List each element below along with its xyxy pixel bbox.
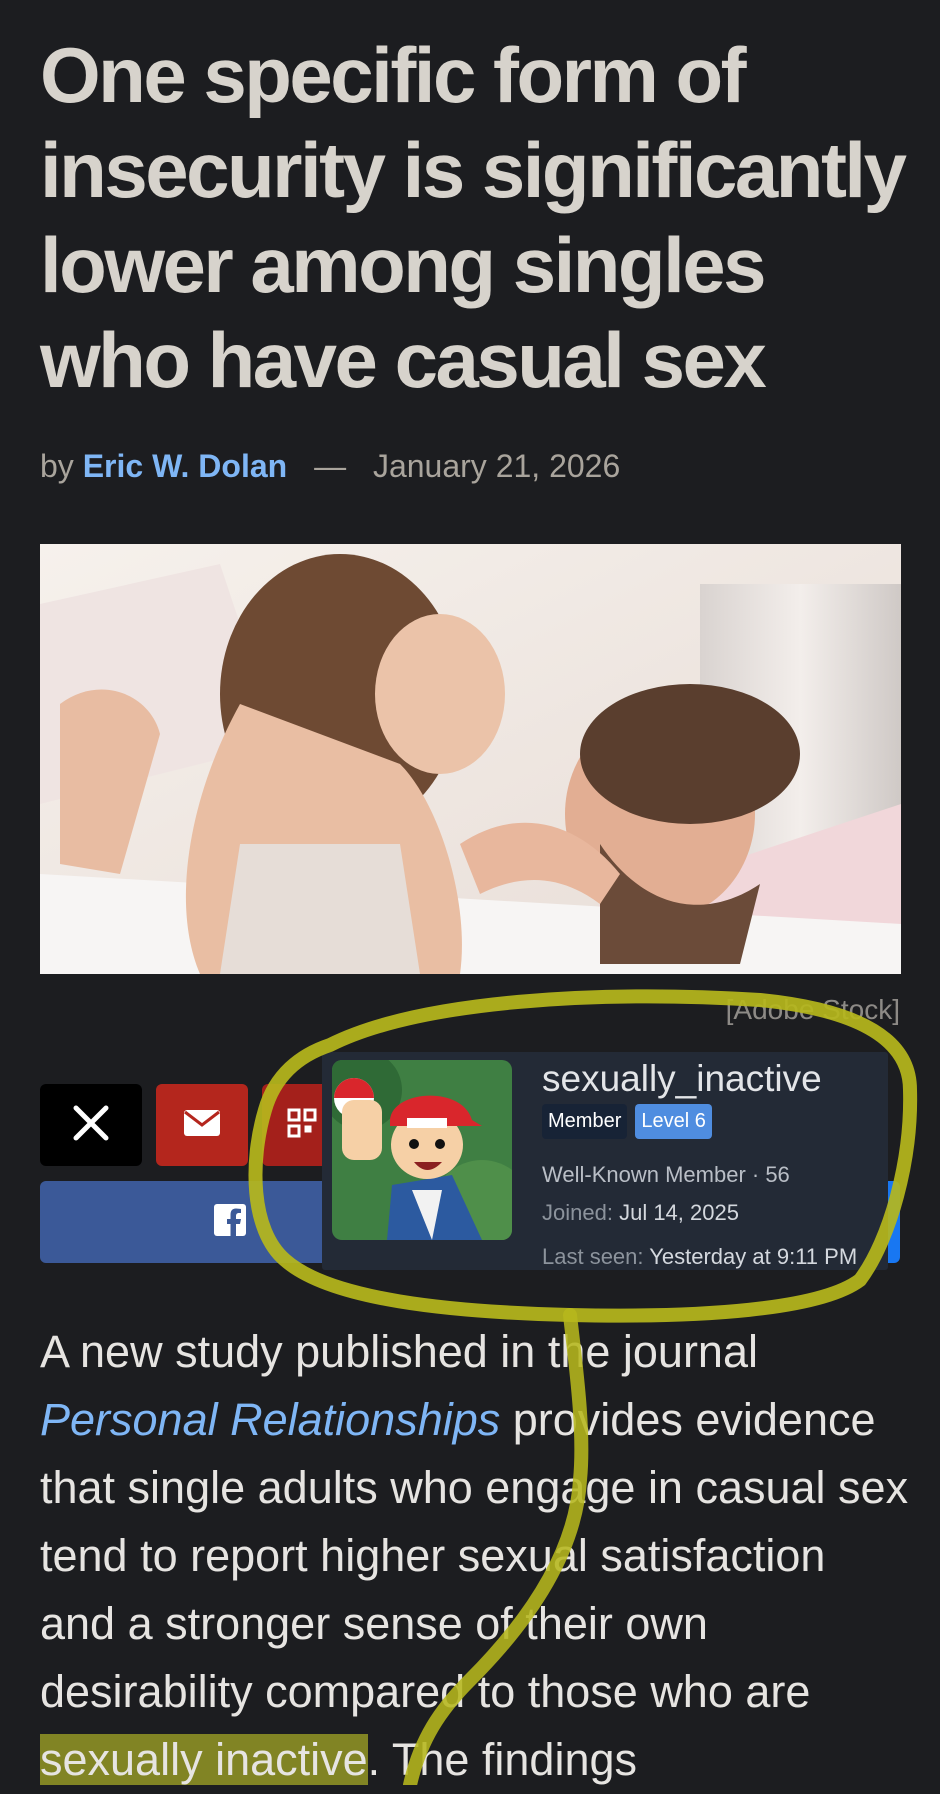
author-link[interactable]: Eric W. Dolan bbox=[83, 448, 287, 484]
avatar[interactable] bbox=[332, 1060, 512, 1240]
share-x-button[interactable] bbox=[40, 1084, 142, 1166]
body-part-1: A new study published in the journal bbox=[40, 1326, 758, 1377]
joined-value: Jul 14, 2025 bbox=[619, 1200, 739, 1225]
x-logo-icon bbox=[73, 1105, 109, 1146]
facebook-icon bbox=[214, 1203, 246, 1241]
member-tooltip-card: sexually_inactive Member Level 6 Well-Kn… bbox=[322, 1052, 888, 1270]
byline-prefix: by bbox=[40, 448, 74, 484]
last-seen-label: Last seen: bbox=[542, 1244, 644, 1269]
envelope-icon bbox=[183, 1109, 221, 1142]
joined-label: Joined: bbox=[542, 1200, 613, 1225]
article-title: One specific form of insecurity is signi… bbox=[40, 31, 907, 404]
last-seen-value: Yesterday at 9:11 PM bbox=[649, 1244, 858, 1269]
member-last-seen: Last seen: Yesterday at 9:11 PM bbox=[542, 1244, 857, 1270]
member-level-badge: Level 6 bbox=[635, 1104, 712, 1139]
member-role-badge: Member bbox=[542, 1104, 628, 1139]
member-title: Well-Known Member · 56 bbox=[542, 1162, 790, 1187]
byline-separator: — bbox=[314, 448, 347, 484]
byline: by Eric W. Dolan — January 21, 2026 bbox=[40, 448, 620, 485]
article-body: A new study published in the journal Per… bbox=[40, 1318, 910, 1794]
publish-date: January 21, 2026 bbox=[372, 448, 621, 484]
qr-code-icon bbox=[287, 1108, 317, 1143]
member-joined: Joined: Jul 14, 2025 bbox=[542, 1200, 739, 1226]
body-part-3: . The findings bbox=[367, 1734, 637, 1785]
image-credit: [Adobe Stock] bbox=[725, 994, 900, 1025]
highlighted-phrase: sexually inactive bbox=[40, 1734, 368, 1785]
member-badges: Member Level 6 bbox=[542, 1104, 712, 1139]
member-username[interactable]: sexually_inactive bbox=[542, 1058, 822, 1100]
share-email-button[interactable] bbox=[156, 1084, 248, 1166]
article-hero-image bbox=[40, 544, 901, 974]
journal-link[interactable]: Personal Relationships bbox=[40, 1394, 500, 1445]
